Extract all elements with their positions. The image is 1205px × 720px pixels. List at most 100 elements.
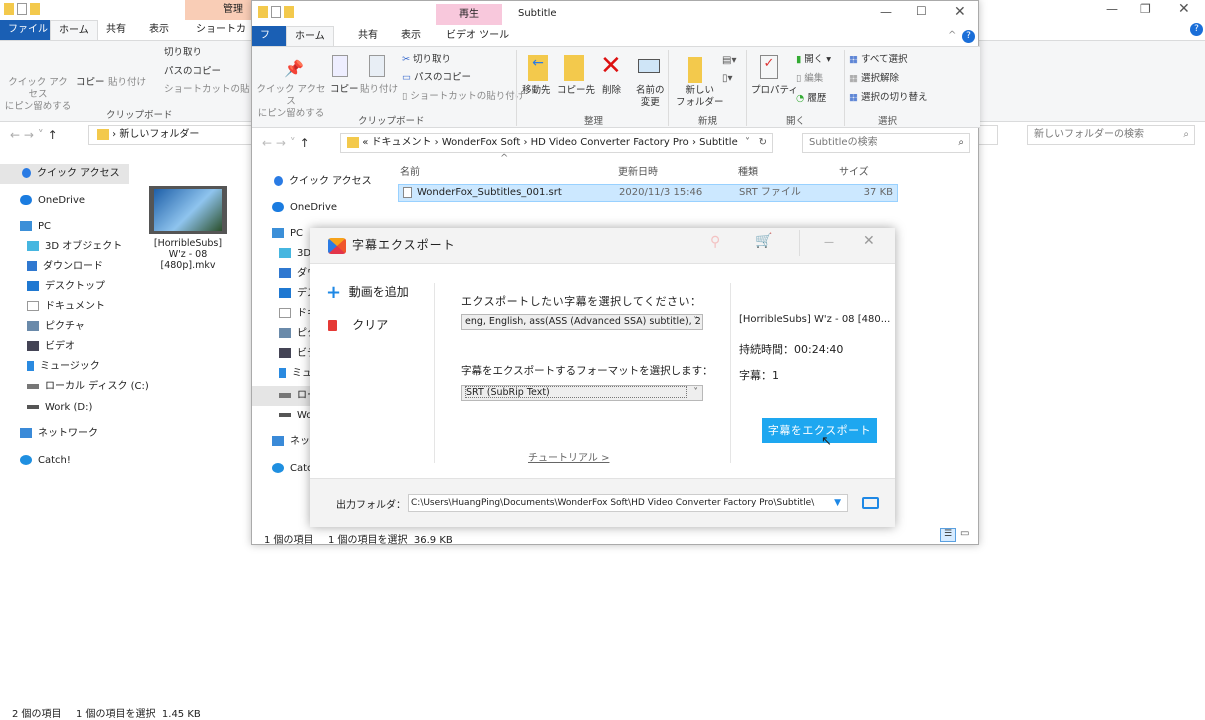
nav-work-drive[interactable]: Work (D:) <box>27 399 92 417</box>
clear-button[interactable]: クリア <box>328 316 388 333</box>
cut-button[interactable]: 切り取り <box>164 47 202 59</box>
pin-button[interactable]: クイック アクセス にピン留めする <box>256 84 326 120</box>
breadcrumb-overflow[interactable]: « <box>362 137 368 148</box>
help-icon[interactable]: ? <box>962 30 975 43</box>
invert-selection-button[interactable]: ▦ 選択の切り替え <box>849 92 928 104</box>
tab-share[interactable]: 共有 <box>350 26 386 46</box>
details-view-icon[interactable]: ☰ <box>940 528 956 542</box>
nav-3d[interactable]: 3D オブジェクト <box>27 238 122 256</box>
col-size[interactable]: サイズ <box>839 163 869 178</box>
tab-file[interactable]: ファイル <box>252 26 286 101</box>
new-folder-button[interactable]: 新しい フォルダー <box>676 85 724 109</box>
new-item-icon[interactable]: ▤▾ <box>722 55 736 66</box>
delete-button[interactable]: 削除 <box>602 85 621 97</box>
nav-3d[interactable]: 3D <box>279 245 311 263</box>
nav-quick-access[interactable]: クイック アクセス <box>274 173 372 191</box>
refresh-icon[interactable]: ↻ <box>759 134 767 152</box>
back-nav-arrows[interactable]: ← → ˅ ↑ <box>10 128 58 142</box>
move-to-button[interactable]: 移動先 <box>522 85 551 97</box>
maximize-button[interactable]: ☐ <box>916 4 927 18</box>
nav-pictures[interactable]: ピクチャ <box>27 318 85 336</box>
copy-button[interactable]: コピー <box>76 77 105 89</box>
tab-share[interactable]: 共有 <box>98 20 134 40</box>
copy-path-button[interactable]: ▭ パスのコピー <box>402 72 471 84</box>
tutorial-link[interactable]: チュートリアル > <box>528 449 609 464</box>
copy-path-button[interactable]: パスのコピー <box>164 66 221 78</box>
nav-pc[interactable]: PC <box>20 218 51 236</box>
format-select[interactable]: SRT (SubRip Text) ˅ <box>461 385 703 401</box>
table-row[interactable]: WonderFox_Subtitles_001.srt 2020/11/3 15… <box>398 184 898 202</box>
properties-button[interactable]: プロパティ <box>751 85 798 97</box>
key-icon[interactable]: ⚲ <box>710 234 720 250</box>
nav-quick-access[interactable]: クイック アクセス <box>22 165 120 183</box>
tab-video-tools[interactable]: ビデオ ツール <box>438 26 517 46</box>
breadcrumb-folder[interactable]: 新しいフォルダー <box>119 129 199 140</box>
back-search-input[interactable]: 新しいフォルダーの検索 ⌕ <box>1027 125 1195 145</box>
copy-button[interactable]: コピー <box>330 84 359 96</box>
dialog-close-button[interactable]: ✕ <box>863 233 875 249</box>
nav-music[interactable]: ミュ <box>279 365 312 383</box>
minimize-button[interactable]: — <box>880 5 892 19</box>
file-item-mkv[interactable]: [HorribleSubs] W'z - 08 [480p].mkv <box>145 186 231 271</box>
copy-to-button[interactable]: コピー先 <box>557 85 595 97</box>
export-subtitle-button[interactable]: 字幕をエクスポート <box>762 418 877 443</box>
tiles-view-icon[interactable]: ▭ <box>960 528 969 539</box>
context-tab-play[interactable]: 再生 <box>436 4 502 25</box>
nav-network[interactable]: ネットワーク <box>20 425 98 443</box>
dropdown-arrow-icon[interactable]: ▼ <box>834 495 841 511</box>
cut-button[interactable]: ✂ 切り取り <box>402 54 451 66</box>
nav-documents[interactable]: ドキュメント <box>27 298 105 316</box>
nav-pc[interactable]: PC <box>272 225 303 243</box>
select-all-button[interactable]: ▦ すべて選択 <box>849 54 907 66</box>
output-path-input[interactable]: C:\Users\HuangPing\Documents\WonderFox S… <box>408 494 848 512</box>
breadcrumb-wonderfox[interactable]: WonderFox Soft <box>442 137 520 148</box>
nav-music[interactable]: ミュージック <box>27 358 100 376</box>
pin-button[interactable]: クイック アクセス にピン留めする <box>4 77 72 113</box>
tab-home[interactable]: ホーム <box>50 20 98 40</box>
nav-local-disk[interactable]: ローカル ディスク (C:) <box>27 378 149 396</box>
dialog-minimize-button[interactable]: — <box>824 237 834 248</box>
restore-button[interactable]: ❐ <box>1140 2 1151 16</box>
history-button[interactable]: ◔ 履歴 <box>796 93 826 105</box>
close-button[interactable]: ✕ <box>1178 1 1190 17</box>
nav-desktop[interactable]: デスクトップ <box>27 278 105 296</box>
col-type[interactable]: 種類 <box>738 163 758 178</box>
paste-shortcut-button[interactable]: ▯ ショートカットの貼り付け <box>402 91 524 103</box>
select-none-button[interactable]: ▦ 選択解除 <box>849 73 899 85</box>
manage-tab[interactable]: 管理 <box>185 0 255 20</box>
tab-home[interactable]: ホーム <box>286 26 334 47</box>
nav-work-drive[interactable]: Wo <box>279 407 312 425</box>
tab-view[interactable]: 表示 <box>141 20 177 40</box>
breadcrumb-hdvcf[interactable]: HD Video Converter Factory Pro <box>531 137 689 148</box>
collapse-ribbon-icon[interactable]: ^ <box>940 26 964 46</box>
tab-file[interactable]: ファイル <box>0 20 56 40</box>
rename-button[interactable]: 名前の 変更 <box>636 85 665 109</box>
tab-view[interactable]: 表示 <box>393 26 429 46</box>
nav-onedrive[interactable]: OneDrive <box>20 192 85 210</box>
open-button[interactable]: ▮ 開く ▾ <box>796 54 831 66</box>
col-name[interactable]: 名前 <box>400 163 420 178</box>
paste-button[interactable]: 貼り付け <box>360 84 398 96</box>
address-dropdown-icon[interactable]: ˅ <box>745 134 750 152</box>
nav-videos[interactable]: ビデオ <box>27 338 75 356</box>
nav-downloads[interactable]: ダウンロード <box>27 258 103 276</box>
open-folder-icon[interactable] <box>862 497 879 509</box>
tab-shortcut-tools[interactable]: ショートカット ツール <box>188 20 260 55</box>
breadcrumb-subtitle[interactable]: Subtitle <box>699 137 738 148</box>
subtitle-track-select[interactable]: eng, English, ass(ASS (Advanced SSA) sub… <box>461 314 703 330</box>
minimize-button[interactable]: — <box>1106 2 1118 16</box>
col-date[interactable]: 更新日時 <box>618 163 658 178</box>
address-bar[interactable]: « ドキュメント › WonderFox Soft › HD Video Con… <box>340 133 773 153</box>
help-icon[interactable]: ? <box>1190 23 1203 36</box>
cart-icon[interactable]: 🛒 <box>755 233 772 249</box>
breadcrumb-documents[interactable]: ドキュメント <box>372 137 432 148</box>
edit-button[interactable]: ▯ 編集 <box>796 73 823 85</box>
nav-onedrive[interactable]: OneDrive <box>272 199 337 217</box>
easy-access-icon[interactable]: ▯▾ <box>722 73 733 84</box>
search-input[interactable]: Subtitleの検索 ⌕ <box>802 133 970 153</box>
close-button[interactable]: ✕ <box>954 4 966 20</box>
nav-catch[interactable]: Catch! <box>20 452 71 470</box>
nav-arrows[interactable]: ← → ˅ ↑ <box>262 136 310 150</box>
paste-button[interactable]: 貼り付け <box>108 77 146 89</box>
add-video-button[interactable]: + 動画を追加 <box>326 282 409 303</box>
